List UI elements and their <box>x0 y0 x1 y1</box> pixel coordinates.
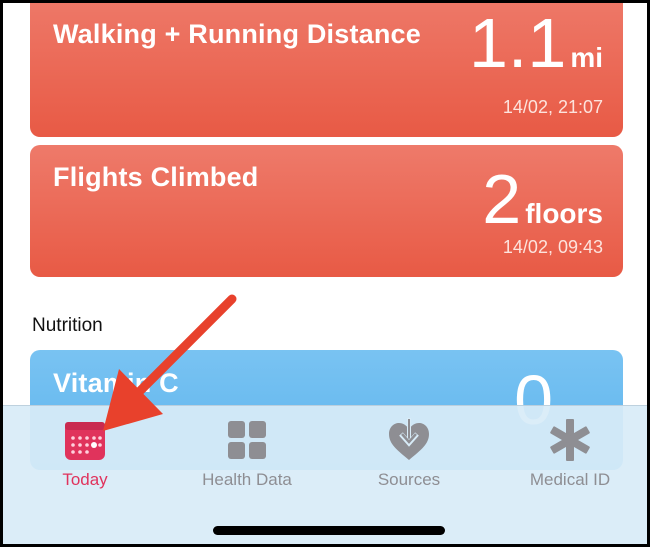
screen: Walking + Running Distance 1.1 mi 14/02, … <box>0 0 650 547</box>
card-title: Vitamin C <box>53 368 179 398</box>
calendar-icon <box>65 422 105 460</box>
card-timestamp: 14/02, 09:43 <box>502 237 603 257</box>
card-title: Flights Climbed <box>53 162 259 192</box>
tab-medical-id[interactable]: Medical ID <box>495 418 645 490</box>
flights-climbed-card[interactable]: Flights Climbed 2 floors 14/02, 09:43 <box>30 145 623 277</box>
heart-download-icon <box>389 418 429 460</box>
walking-running-distance-card[interactable]: Walking + Running Distance 1.1 mi 14/02, … <box>30 3 623 137</box>
card-value: 1.1 mi <box>469 3 603 83</box>
asterisk-icon <box>550 419 590 461</box>
value-unit: floors <box>525 198 603 229</box>
value-number: 1.1 <box>469 4 567 82</box>
value-unit: mi <box>570 42 603 73</box>
value-number: 2 <box>482 160 522 238</box>
tab-today[interactable]: Today <box>10 418 160 490</box>
home-indicator[interactable] <box>213 526 445 535</box>
tab-label: Medical ID <box>529 470 611 489</box>
tab-label: Sources <box>377 470 441 489</box>
tab-label: Health Data <box>202 470 292 489</box>
tab-bar: Today Health Data Sources Medical ID <box>3 405 647 544</box>
section-header-nutrition: Nutrition <box>32 315 103 336</box>
tab-health-data[interactable]: Health Data <box>172 418 322 490</box>
card-value: 2 floors <box>482 159 603 239</box>
tab-sources[interactable]: Sources <box>334 418 484 490</box>
card-timestamp: 14/02, 21:07 <box>502 97 603 117</box>
card-title: Walking + Running Distance <box>53 19 421 49</box>
grid-icon <box>228 421 266 459</box>
tab-label: Today <box>62 470 108 489</box>
